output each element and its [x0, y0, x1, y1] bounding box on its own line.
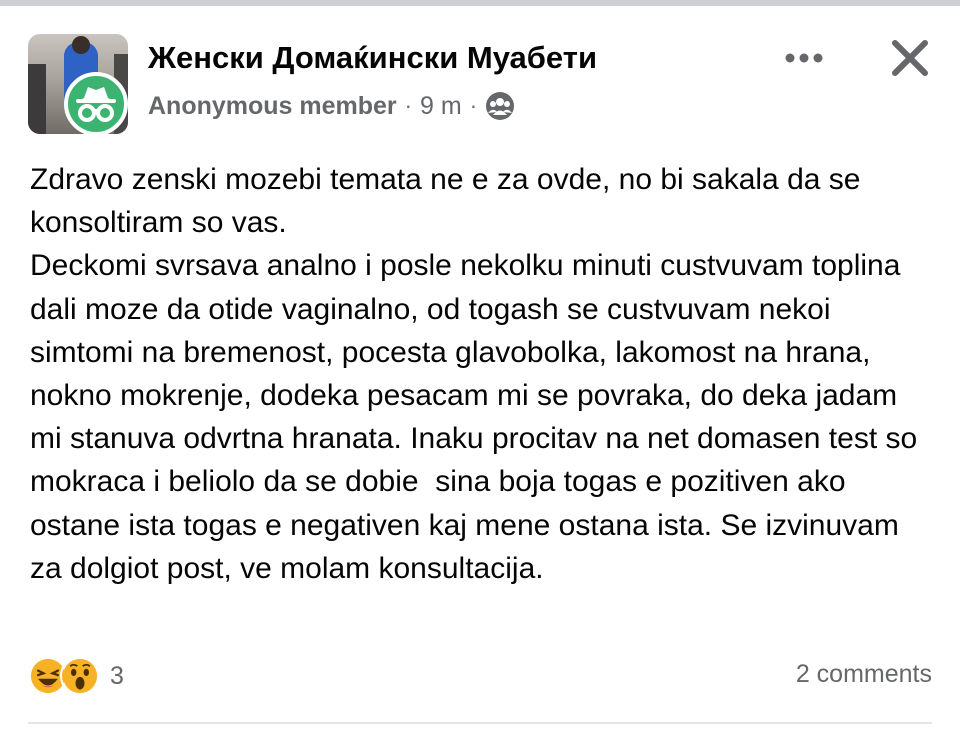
meta-separator: ·	[404, 93, 412, 118]
more-options-icon	[785, 53, 823, 63]
close-button[interactable]	[886, 34, 934, 82]
group-name[interactable]: Женски Домаќински Муабети	[148, 40, 597, 76]
post-time[interactable]: 9 m	[420, 92, 462, 121]
group-audience-icon	[486, 92, 515, 120]
post-meta: Anonymous member · 9 m ·	[148, 90, 515, 122]
wow-icon	[60, 656, 100, 696]
comments-link[interactable]: 2 comments	[796, 660, 932, 689]
close-icon	[892, 40, 928, 76]
post-footer: 3 2 comments	[28, 652, 932, 702]
post-paragraph: Zdravo zenski mozebi temata ne e za ovde…	[30, 163, 869, 240]
reaction-count: 3	[110, 661, 124, 690]
photo-shadow-left	[28, 64, 46, 134]
meta-separator-2: ·	[469, 93, 478, 118]
anonymous-badge	[64, 72, 128, 136]
reactions-summary[interactable]: 3	[28, 654, 124, 698]
more-options-button[interactable]	[778, 38, 830, 78]
incognito-icon	[76, 87, 116, 122]
photo-head	[72, 36, 90, 54]
top-divider	[0, 0, 960, 6]
avatar[interactable]	[28, 34, 128, 136]
post-header: Женски Домаќински Муабети Anonymous memb…	[28, 34, 934, 136]
author-name[interactable]: Anonymous member	[148, 92, 397, 121]
bottom-divider	[28, 722, 932, 724]
post-body: Zdravo zenski mozebi temata ne e za ovde…	[30, 158, 934, 590]
post-paragraph: Deckomi svrsava analno i posle nekolku m…	[30, 249, 926, 585]
